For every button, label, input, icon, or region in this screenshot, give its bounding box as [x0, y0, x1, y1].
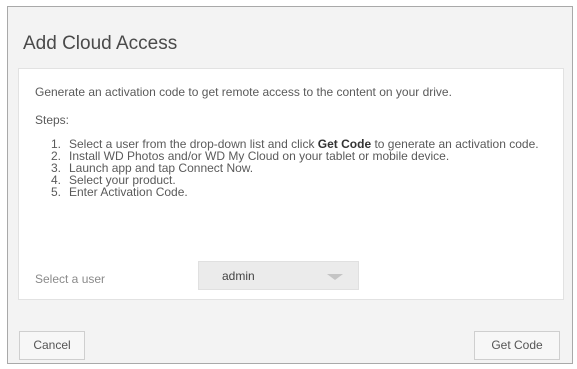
dialog-title: Add Cloud Access — [23, 33, 178, 54]
dialog-content-panel: Generate an activation code to get remot… — [18, 68, 564, 300]
intro-text: Generate an activation code to get remot… — [35, 85, 452, 99]
cancel-button[interactable]: Cancel — [19, 331, 85, 360]
add-cloud-access-dialog: Add Cloud Access Generate an activation … — [7, 6, 573, 364]
user-select-dropdown[interactable]: admin — [198, 261, 359, 290]
select-user-label: Select a user — [35, 272, 106, 286]
user-select-value: admin — [222, 269, 255, 283]
get-code-button[interactable]: Get Code — [474, 331, 560, 360]
steps-label: Steps: — [35, 113, 70, 127]
step-text: Enter Activation Code. — [69, 185, 188, 199]
steps-list: 1. Select a user from the drop-down list … — [51, 138, 544, 198]
chevron-down-icon — [327, 274, 343, 280]
step-item: 5. Enter Activation Code. — [51, 186, 544, 198]
step-number: 5. — [51, 185, 62, 199]
